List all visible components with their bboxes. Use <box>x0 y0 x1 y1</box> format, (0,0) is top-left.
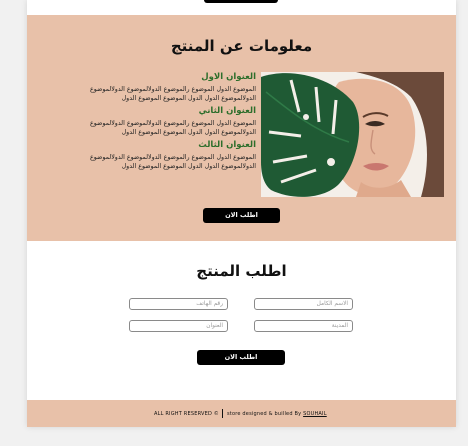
top-strip <box>27 0 456 15</box>
order-section-title: اطلب المنتج <box>196 262 287 280</box>
section-text-3-line-2: الدولالموضوع الدول الدول الموضوع الموضوع… <box>121 163 256 170</box>
section-text-1-line-2: الدولالموضوع الدول الدول الموضوع الموضوع… <box>121 95 256 102</box>
section-heading-2: العنوان الثاني <box>198 106 256 116</box>
phone-field[interactable]: رقم الهاتف <box>129 298 228 310</box>
section-text-3-line-1: الموضوع الدول الموضوع رالموضوع الدولالمو… <box>90 154 256 161</box>
city-field[interactable]: المدينة <box>254 320 353 332</box>
section-text-3: الموضوع الدول الموضوع رالموضوع الدولالمو… <box>40 153 256 171</box>
product-image <box>261 72 444 197</box>
address-field[interactable]: العنوان <box>129 320 228 332</box>
section-heading-3: العنوان الثالث <box>198 140 256 150</box>
product-info-section: معلومات عن المنتج العنوان الاول الموضوع … <box>27 15 456 241</box>
section-text-2-line-1: الموضوع الدول الموضوع رالموضوع الدولالمو… <box>90 120 256 127</box>
order-now-button[interactable]: اطلب الان <box>203 208 280 223</box>
product-description: العنوان الاول الموضوع الدول الموضوع رالم… <box>40 72 256 174</box>
top-button-edge[interactable] <box>204 0 278 3</box>
section-text-1-line-1: الموضوع الدول الموضوع رالموضوع الدولالمو… <box>90 86 256 93</box>
landing-page: معلومات عن المنتج العنوان الاول الموضوع … <box>27 0 456 427</box>
section-text-2: الموضوع الدول الموضوع رالموضوع الدولالمو… <box>40 119 256 137</box>
credit-text: store designed & builled By SOUHAIL <box>227 411 327 417</box>
model-with-leaf-illustration <box>261 72 444 197</box>
footer-divider <box>222 409 223 418</box>
section-text-1: الموضوع الدول الموضوع رالموضوع الدولالمو… <box>40 85 256 103</box>
copyright-text: ALL RIGHT RESERVED © <box>154 411 219 417</box>
credit-author-link[interactable]: SOUHAIL <box>303 411 327 417</box>
credit-prefix: store designed & builled By <box>227 411 302 417</box>
section-text-2-line-2: الدولالموضوع الدول الدول الموضوع الموضوع… <box>121 129 256 136</box>
product-info-title: معلومات عن المنتج <box>170 37 313 55</box>
footer: ALL RIGHT RESERVED © store designed & bu… <box>27 400 456 427</box>
section-heading-1: العنوان الاول <box>201 72 256 82</box>
full-name-field[interactable]: الاسم الكامل <box>254 298 353 310</box>
submit-order-button[interactable]: اطلب الان <box>197 350 285 365</box>
